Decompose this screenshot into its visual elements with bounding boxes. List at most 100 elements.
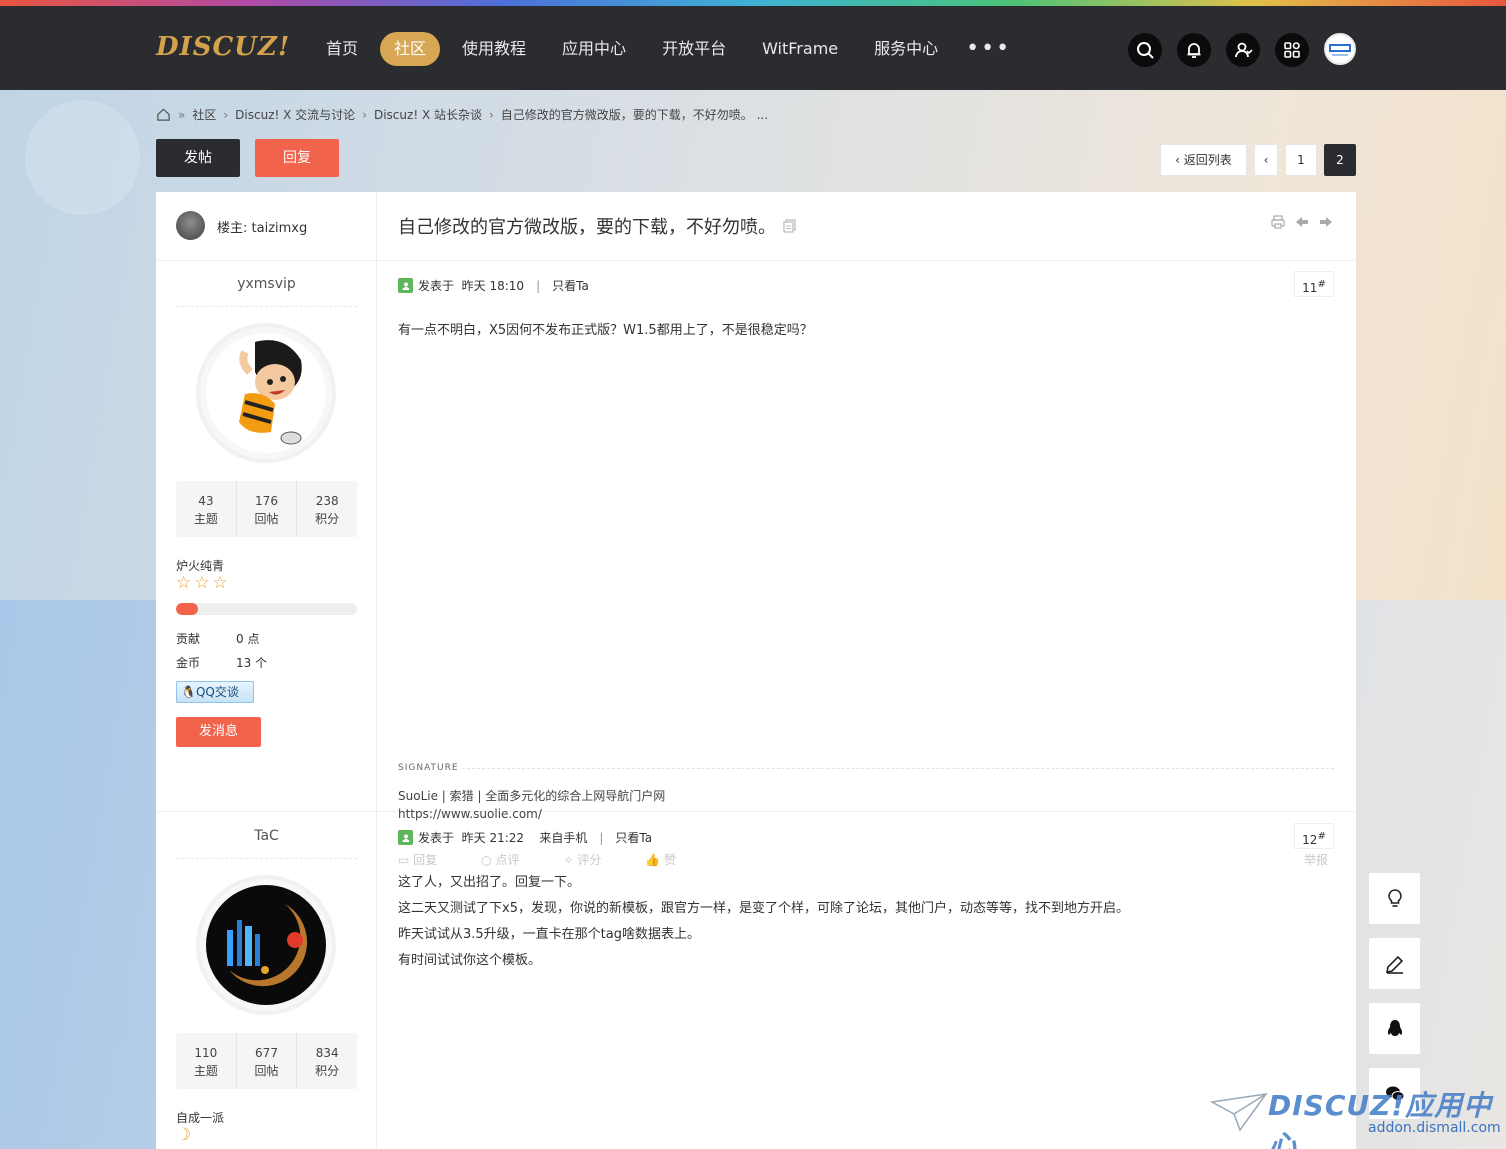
qq-penguin-icon[interactable] [1369, 1003, 1420, 1054]
copy-link-icon[interactable] [783, 219, 797, 233]
online-status-icon [398, 278, 413, 293]
bell-icon[interactable] [1177, 33, 1211, 67]
back-to-list-label: 返回列表 [1183, 153, 1232, 167]
nav-icon-group [1128, 33, 1356, 67]
bulb-icon[interactable] [1369, 873, 1420, 924]
chevron-left-icon: ‹ [1175, 153, 1184, 167]
author-name[interactable]: yxmsvip [176, 276, 357, 307]
nav-item-community[interactable]: 社区 [380, 32, 441, 66]
nav-more-icon[interactable]: ••• [966, 32, 1011, 66]
stat-points[interactable]: 834 积分 [297, 1033, 357, 1089]
main-nav: 首页 社区 使用教程 应用中心 开放平台 WitFrame 服务中心 ••• [312, 32, 1011, 66]
chevron-left-icon: ‹ [1263, 153, 1269, 167]
floor-number[interactable]: 11# [1294, 271, 1334, 297]
thread-title: 自己修改的官方微改版，要的下载，不好勿喷。 [398, 217, 776, 238]
next-thread-icon[interactable] [1314, 214, 1338, 230]
stat-replies[interactable]: 677 回帖 [237, 1033, 298, 1089]
author-name[interactable]: TaC [176, 828, 357, 859]
author-contribution: 贡献 0 点 [176, 632, 260, 646]
watermark: DISCUZ!应用中心 addon.dismall.com [1210, 1082, 1501, 1149]
star-icon: ☆ [176, 573, 192, 593]
nav-item-open-platform[interactable]: 开放平台 [648, 32, 740, 66]
page-2-button[interactable]: 2 [1324, 144, 1356, 176]
star-icon: ☆ [212, 573, 228, 593]
author-coins: 金币 13 个 [176, 656, 268, 670]
author-rank-stars: ☆ ☆ ☆ [176, 575, 231, 592]
nav-item-tutorials[interactable]: 使用教程 [448, 32, 540, 66]
floor-number[interactable]: 12# [1294, 823, 1334, 849]
user-avatar[interactable] [1324, 33, 1356, 65]
home-icon[interactable] [156, 107, 171, 122]
op-label[interactable]: 楼主: taizimxg [217, 217, 307, 236]
send-message-button[interactable]: 发消息 [176, 717, 261, 747]
author-avatar[interactable] [200, 327, 332, 459]
paper-plane-icon [1210, 1092, 1268, 1132]
thread-tools [1266, 214, 1338, 230]
author-group[interactable]: 自成一派 [176, 1109, 224, 1126]
stat-threads[interactable]: 43 主题 [176, 481, 237, 537]
top-color-strip [0, 0, 1506, 6]
watermark-logo: DISCUZ!应用中心 [1268, 1089, 1493, 1149]
user-icon[interactable] [1226, 33, 1260, 67]
breadcrumb-item-community[interactable]: 社区 [192, 106, 216, 123]
previous-thread-icon[interactable] [1290, 214, 1314, 230]
post-time: 昨天 21:22 [461, 831, 525, 845]
author-stats: 43 主题 176 回帖 238 积分 [176, 481, 357, 537]
nav-item-app-center[interactable]: 应用中心 [548, 32, 640, 66]
op-avatar[interactable] [176, 211, 205, 240]
post-content: 这了人，又出招了。回复一下。 这二天又测试了下x5，发现，你说的新模板，跟官方一… [398, 875, 1129, 968]
breadcrumb-item-current-thread[interactable]: 自己修改的官方微改版，要的下载，不好勿喷。 ... [501, 106, 768, 123]
search-icon[interactable] [1128, 33, 1162, 67]
moon-icon: ☽ [176, 1125, 192, 1145]
posted-label: 发表于 [418, 279, 455, 293]
page-1-button[interactable]: 1 [1285, 144, 1317, 176]
qq-chat-button[interactable]: 🐧QQ交谈 [176, 681, 254, 703]
watermark-url: addon.dismall.com [1368, 1120, 1501, 1136]
signature-divider [462, 768, 1334, 769]
qq-penguin-icon: 🐧 [181, 685, 196, 699]
prev-page-button[interactable]: ‹ [1254, 144, 1278, 176]
reply-button[interactable]: 回复 [255, 139, 339, 177]
only-this-author-link[interactable]: 只看Ta [552, 277, 589, 294]
top-navbar: DISCUZ! 首页 社区 使用教程 应用中心 开放平台 WitFrame 服务… [0, 6, 1506, 90]
only-this-author-link[interactable]: 只看Ta [615, 829, 652, 846]
thread-panel: 楼主: taizimxg 自己修改的官方微改版，要的下载，不好勿喷。 yxmsv… [156, 192, 1356, 1149]
author-rank-moon: ☽ [176, 1127, 194, 1144]
online-status-icon [398, 830, 413, 845]
discuz-logo[interactable]: DISCUZ! [156, 32, 290, 62]
post-content: 有一点不明白，X5因何不发布正式版？W1.5都用上了，不是很稳定吗？ [398, 323, 813, 338]
author-avatar[interactable] [200, 879, 332, 1011]
new-post-button[interactable]: 发帖 [156, 139, 240, 177]
edit-icon[interactable] [1369, 938, 1420, 989]
pagination: ‹ 返回列表 ‹ 1 2 [1160, 144, 1356, 176]
background-decoration [25, 100, 140, 215]
post-item: yxmsvip 43 主题 176 回帖 238 积分 炉火纯青 ☆ ☆ ☆ 贡… [156, 261, 1356, 867]
nav-item-service-center[interactable]: 服务中心 [860, 32, 952, 66]
post-time: 昨天 18:10 [461, 279, 525, 293]
author-group[interactable]: 炉火纯青 [176, 557, 224, 574]
thread-header: 楼主: taizimxg 自己修改的官方微改版，要的下载，不好勿喷。 [156, 192, 1356, 261]
star-icon: ☆ [194, 573, 210, 593]
post-item: TaC 110 主题 677 回帖 834 积分 自成一派 ☽ 发表于 昨天 2… [156, 813, 1356, 1149]
post-source: 来自手机 [539, 831, 588, 845]
signature-line: SuoLie | 索猎 | 全面多元化的综合上网导航门户网 [398, 789, 666, 803]
stat-points[interactable]: 238 积分 [297, 481, 357, 537]
apps-icon[interactable] [1275, 33, 1309, 67]
breadcrumb-separator: › [223, 107, 229, 122]
stat-replies[interactable]: 176 回帖 [237, 481, 298, 537]
breadcrumb: » 社区 › Discuz! X 交流与讨论 › Discuz! X 站长杂谈 … [156, 106, 768, 123]
post-meta: 发表于 昨天 18:10 | 只看Ta [398, 277, 589, 294]
breadcrumb-item-admin-chat[interactable]: Discuz! X 站长杂谈 [374, 106, 482, 123]
signature-label: SIGNATURE [398, 763, 459, 773]
nav-item-witframe[interactable]: WitFrame [748, 32, 852, 66]
breadcrumb-separator: » [178, 107, 186, 122]
back-to-list-button[interactable]: ‹ 返回列表 [1160, 144, 1247, 176]
posted-label: 发表于 [418, 831, 455, 845]
print-icon[interactable] [1266, 214, 1290, 230]
stat-threads[interactable]: 110 主题 [176, 1033, 237, 1089]
post-meta: 发表于 昨天 21:22 来自手机 | 只看Ta [398, 829, 652, 846]
breadcrumb-separator: › [362, 107, 367, 122]
author-level-progress [176, 603, 357, 615]
nav-item-home[interactable]: 首页 [312, 32, 372, 66]
breadcrumb-item-forum-discussion[interactable]: Discuz! X 交流与讨论 [235, 106, 355, 123]
